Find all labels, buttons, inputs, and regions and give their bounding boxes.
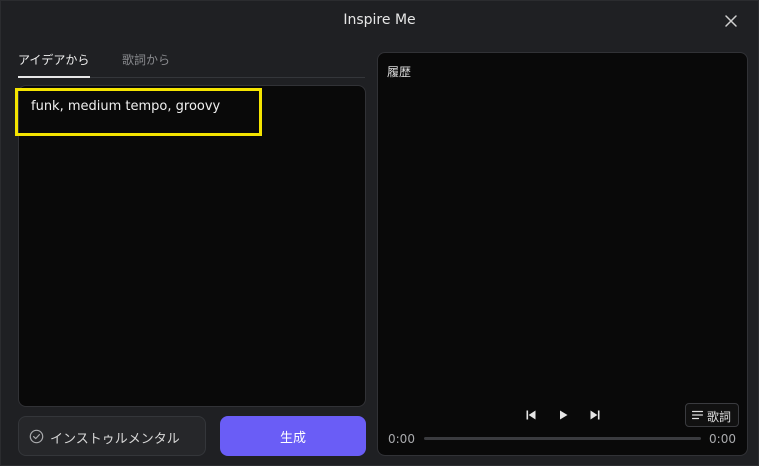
progress-bar[interactable] [424,437,701,440]
lines-icon [692,410,703,420]
tab-from-idea[interactable]: アイデアから [18,51,90,78]
tab-bar: アイデアから 歌詞から [18,51,365,78]
inspire-dialog: Inspire Me アイデアから 歌詞から funk, medium temp… [0,0,759,466]
generate-button[interactable]: 生成 [220,416,366,456]
history-title: 履歴 [387,65,412,79]
history-panel: 履歴 歌詞 0:00 0:00 [377,52,748,456]
instrumental-toggle[interactable]: インストゥルメンタル [18,416,206,456]
total-time: 0:00 [709,432,736,446]
generate-label: 生成 [279,431,306,446]
instrumental-label: インストゥルメンタル [50,432,180,447]
check-circle-icon [29,429,44,444]
lyrics-label: 歌詞 [707,410,732,424]
skip-previous-icon[interactable] [525,409,537,421]
current-time: 0:00 [388,432,415,446]
skip-next-icon[interactable] [589,409,601,421]
tab-from-lyrics[interactable]: 歌詞から [122,51,170,78]
lyrics-button[interactable]: 歌詞 [685,403,739,427]
close-icon[interactable] [724,14,738,28]
dialog-title: Inspire Me [343,12,416,28]
play-icon[interactable] [557,409,569,421]
idea-text: funk, medium tempo, groovy [31,99,221,114]
